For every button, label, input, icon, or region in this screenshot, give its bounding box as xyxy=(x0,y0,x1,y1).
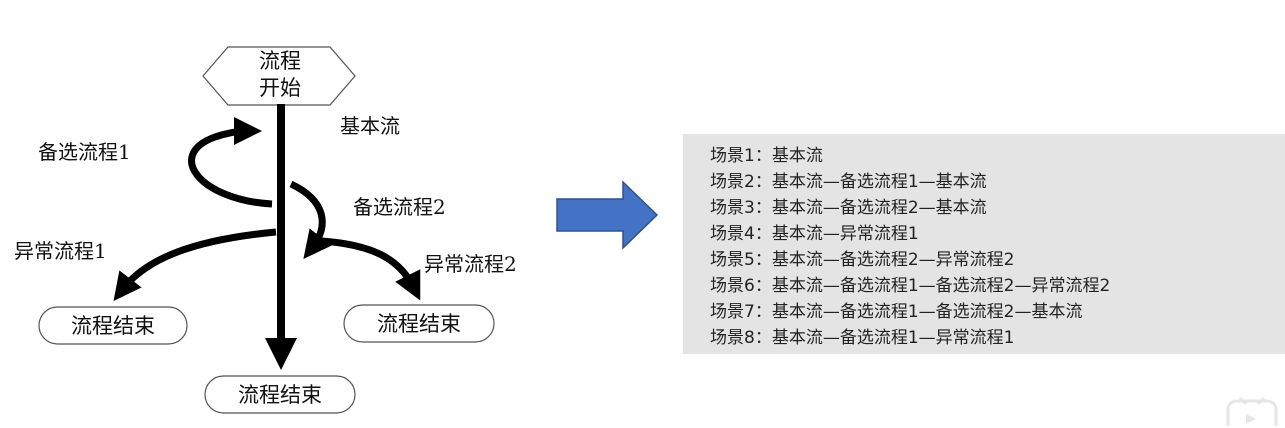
end-node-left: 流程结束 xyxy=(38,306,188,345)
scenario-item-6: 场景6：基本流—备选流程1—备选流程2—异常流程2 xyxy=(710,276,1111,296)
exception-flow-1-arrow xyxy=(113,228,277,302)
scenario-item-1: 场景1：基本流 xyxy=(710,146,823,166)
scenario-item-5: 场景5：基本流—备选流程2—异常流程2 xyxy=(710,250,1015,270)
alt-flow-2-arrow xyxy=(289,180,332,260)
scenario-item-8: 场景8：基本流—备选流程1—异常流程1 xyxy=(710,328,1015,348)
watermark-logo-icon xyxy=(1226,396,1278,426)
start-node-line1: 流程 xyxy=(259,49,301,73)
scenario-list: 场景1：基本流 场景2：基本流—备选流程1—基本流 场景3：基本流—备选流程2—… xyxy=(683,134,1285,351)
label-exception-flow-1: 异常流程1 xyxy=(14,239,107,263)
start-node-line2: 开始 xyxy=(259,76,301,100)
label-basic-flow: 基本流 xyxy=(340,114,400,138)
scenario-panel: 场景1：基本流 场景2：基本流—备选流程1—基本流 场景3：基本流—备选流程2—… xyxy=(683,134,1285,354)
label-alt-flow-1: 备选流程1 xyxy=(38,140,131,164)
exception-flow-2-arrow xyxy=(321,237,421,301)
scenario-item-2: 场景2：基本流—备选流程1—基本流 xyxy=(710,172,987,192)
end-node-right-text: 流程结束 xyxy=(377,312,461,336)
end-node-right: 流程结束 xyxy=(343,304,495,343)
label-exception-flow-2: 异常流程2 xyxy=(424,252,517,276)
end-node-main: 流程结束 xyxy=(204,375,356,414)
scenario-item-4: 场景4：基本流—异常流程1 xyxy=(710,224,919,244)
right-arrow-icon xyxy=(556,180,659,250)
start-node: 流程 开始 xyxy=(202,46,356,106)
scenario-item-3: 场景3：基本流—备选流程2—基本流 xyxy=(710,198,987,218)
scenario-item-7: 场景7：基本流—备选流程1—备选流程2—基本流 xyxy=(710,302,1083,322)
label-alt-flow-2: 备选流程2 xyxy=(353,195,446,219)
alt-flow-1-arrow xyxy=(188,117,273,208)
end-node-main-text: 流程结束 xyxy=(238,383,322,407)
end-node-left-text: 流程结束 xyxy=(71,314,155,338)
